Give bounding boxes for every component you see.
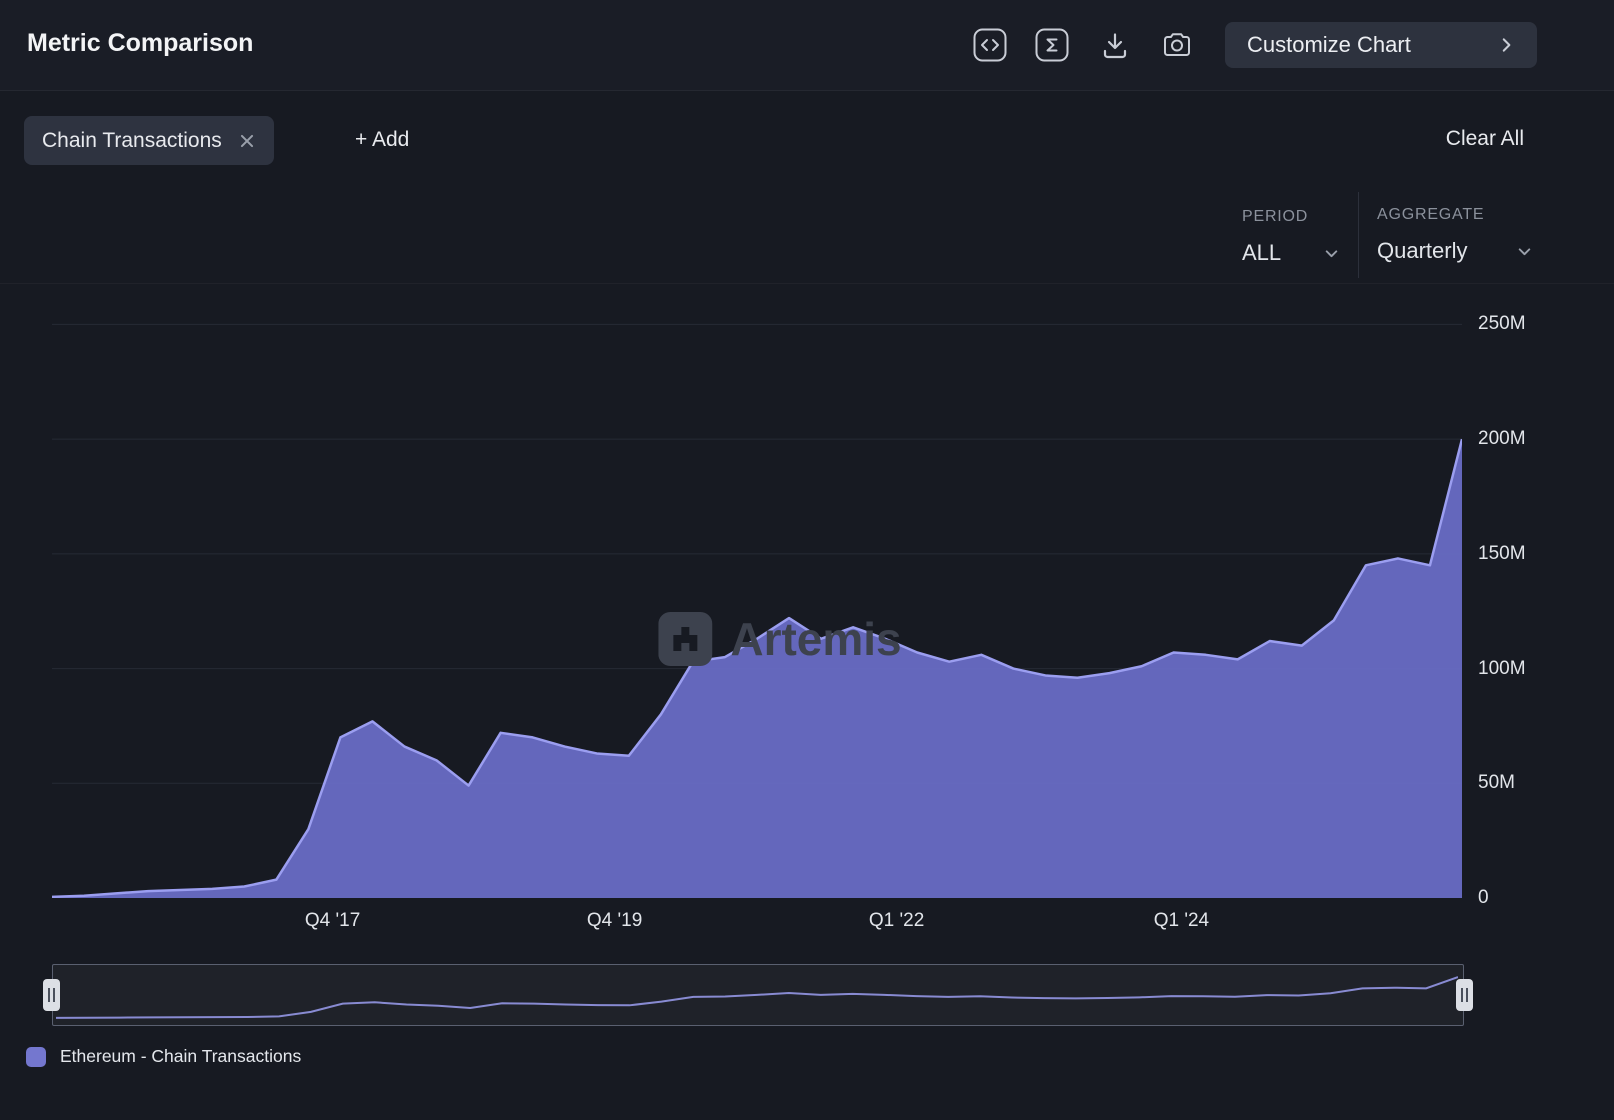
y-axis-label: 50M (1478, 772, 1568, 794)
chevron-right-icon (1497, 36, 1515, 54)
camera-icon (1160, 28, 1194, 62)
y-axis-label: 100M (1478, 658, 1568, 680)
download-icon (1098, 28, 1132, 62)
legend-item[interactable]: Ethereum - Chain Transactions (26, 1046, 301, 1067)
x-axis-label: Q1 '22 (869, 910, 924, 932)
x-axis-label: Q4 '17 (305, 910, 360, 932)
customize-chart-label: Customize Chart (1247, 32, 1411, 58)
add-metric-button[interactable]: + Add (355, 128, 409, 152)
chevron-down-icon (1516, 243, 1533, 260)
brush-mini-chart (56, 969, 1458, 1021)
header: Metric Comparison Customize Chart (0, 0, 1614, 91)
page-title: Metric Comparison (27, 29, 253, 58)
period-dropdown[interactable]: ALL (1242, 240, 1340, 266)
aggregate-dropdown[interactable]: Quarterly (1377, 238, 1533, 264)
x-axis-label: Q4 '19 (587, 910, 642, 932)
x-axis-label: Q1 '24 (1154, 910, 1209, 932)
aggregate-label: AGGREGATE (1377, 206, 1484, 224)
section-divider (0, 283, 1614, 284)
close-icon[interactable] (238, 132, 256, 150)
embed-code-button[interactable] (972, 27, 1008, 63)
aggregate-value: Quarterly (1377, 238, 1467, 264)
clear-all-button[interactable]: Clear All (1446, 127, 1524, 151)
brush-handle-right[interactable] (1456, 979, 1473, 1011)
metric-chip[interactable]: Chain Transactions (24, 116, 274, 165)
code-icon (973, 28, 1007, 62)
y-axis-label: 0 (1478, 887, 1568, 909)
legend-swatch (26, 1047, 46, 1067)
screenshot-button[interactable] (1159, 27, 1195, 63)
area-chart (52, 290, 1462, 898)
period-label: PERIOD (1242, 208, 1308, 226)
period-value: ALL (1242, 240, 1281, 266)
y-axis-label: 250M (1478, 313, 1568, 335)
metric-comparison-app: Metric Comparison Customize Chart Chain … (0, 0, 1614, 1120)
brush-handle-left[interactable] (43, 979, 60, 1011)
download-button[interactable] (1097, 27, 1133, 63)
y-axis-label: 200M (1478, 428, 1568, 450)
customize-chart-button[interactable]: Customize Chart (1225, 22, 1537, 68)
time-range-brush[interactable] (52, 964, 1464, 1026)
controls-divider (1358, 192, 1359, 278)
y-axis-label: 150M (1478, 543, 1568, 565)
legend-label: Ethereum - Chain Transactions (60, 1046, 301, 1067)
formula-button[interactable] (1034, 27, 1070, 63)
chevron-down-icon (1323, 245, 1340, 262)
sigma-icon (1035, 28, 1069, 62)
metric-chip-label: Chain Transactions (42, 129, 222, 153)
